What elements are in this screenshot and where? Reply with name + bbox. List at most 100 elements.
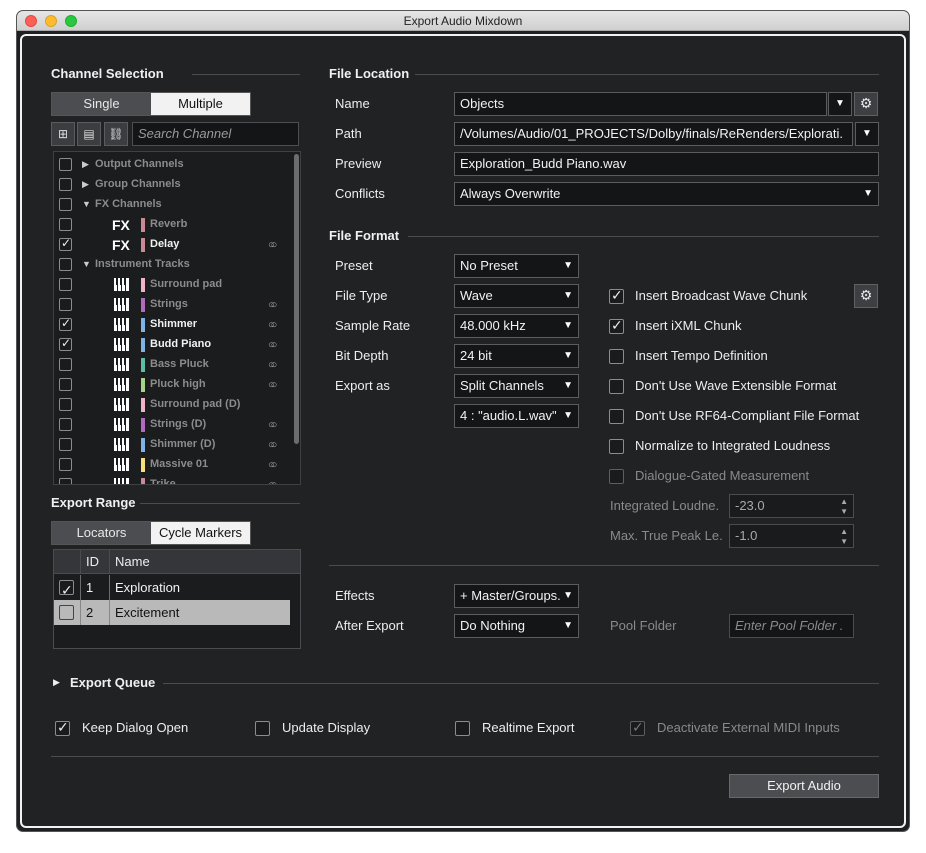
after-export-dropdown[interactable]: Do Nothing ▼ [454,614,579,638]
channel-tree-row[interactable]: ▶ Output Channels [54,155,292,175]
normalize-loudness-label[interactable]: Normalize to Integrated Loudness [635,438,830,453]
channel-checkbox[interactable] [59,198,72,211]
tempo-definition-checkbox[interactable] [609,349,624,364]
channel-link-icon[interactable]: ○○ [268,379,278,391]
file-type-dropdown[interactable]: Wave ▼ [454,284,579,308]
channel-link-icon[interactable]: ○○ [268,319,278,331]
realtime-export-checkbox[interactable] [455,721,470,736]
multiple-mode-button[interactable]: Multiple [151,93,250,115]
channel-checkbox[interactable] [59,158,72,171]
path-dropdown[interactable]: ▼ [855,122,879,146]
channel-tree-row[interactable]: Pluck high ○○ [54,375,292,395]
channel-link-icon[interactable]: ○○ [268,479,278,484]
channel-link-icon[interactable]: ○○ [268,359,278,371]
export-as-dropdown[interactable]: Split Channels ▼ [454,374,579,398]
keep-dialog-open-checkbox[interactable] [55,719,70,736]
sample-rate-dropdown[interactable]: 48.000 kHz ▼ [454,314,579,338]
channel-tree-row[interactable]: Strings (D) ○○ [54,415,292,435]
channel-tree-row[interactable]: Bass Pluck ○○ [54,355,292,375]
broadcast-wave-label[interactable]: Insert Broadcast Wave Chunk [635,288,807,303]
channel-link-icon[interactable]: ○○ [268,339,278,351]
channel-link-icon[interactable]: ○○ [268,299,278,311]
channel-checkbox[interactable] [59,398,72,411]
export-queue-expand-icon[interactable]: ▶ [53,677,60,688]
channel-checkbox[interactable] [59,336,72,351]
channel-checkbox[interactable] [59,218,72,231]
tempo-definition-label[interactable]: Insert Tempo Definition [635,348,768,363]
channel-link-icon[interactable]: ○○ [268,239,278,251]
rf64-checkbox[interactable] [609,409,624,424]
name-settings-button[interactable]: ⚙ [854,92,878,116]
collapse-all-button[interactable]: ▤ [77,122,101,146]
ixml-chunk-label[interactable]: Insert iXML Chunk [635,318,741,333]
channel-checkbox[interactable] [59,418,72,431]
channel-checkbox[interactable] [59,458,72,471]
channel-checkbox[interactable] [59,298,72,311]
channel-checkbox[interactable] [59,258,72,271]
channel-tree-row[interactable]: Strings ○○ [54,295,292,315]
link-channels-button[interactable]: ⛓ [104,122,128,146]
channel-checkbox[interactable] [59,278,72,291]
folder-collapsed-icon[interactable]: ▶ [82,159,89,170]
normalize-loudness-checkbox[interactable] [609,439,624,454]
minimize-window-button[interactable] [45,15,57,27]
cycle-markers-mode-button[interactable]: Cycle Markers [151,522,250,544]
rf64-label[interactable]: Don't Use RF64-Compliant File Format [635,408,859,423]
channel-checkbox[interactable] [59,178,72,191]
keep-dialog-open-label[interactable]: Keep Dialog Open [82,720,188,735]
channel-checkbox[interactable] [59,378,72,391]
path-input[interactable]: /Volumes/Audio/01_PROJECTS/Dolby/finals/… [454,122,853,146]
channel-checkbox[interactable] [59,438,72,451]
folder-collapsed-icon[interactable]: ▶ [82,179,89,190]
channel-tree-row[interactable]: Trike ○○ [54,475,292,484]
id-column-header[interactable]: ID [81,550,110,574]
update-display-checkbox[interactable] [255,721,270,736]
locators-mode-button[interactable]: Locators [52,522,151,544]
channel-tree-scrollbar[interactable] [294,154,299,444]
channel-checkbox[interactable] [59,316,72,331]
expand-all-button[interactable]: ⊞ [51,122,75,146]
name-presets-dropdown[interactable]: ▼ [828,92,852,116]
bit-depth-dropdown[interactable]: 24 bit ▼ [454,344,579,368]
channel-tree-row[interactable]: ▼ Instrument Tracks [54,255,292,275]
broadcast-wave-settings-button[interactable]: ⚙ [854,284,878,308]
channel-tree-row[interactable]: Shimmer (D) ○○ [54,435,292,455]
channel-tree-row[interactable]: Shimmer ○○ [54,315,292,335]
channel-link-icon[interactable]: ○○ [268,459,278,471]
ixml-chunk-checkbox[interactable] [609,317,624,334]
update-display-label[interactable]: Update Display [282,720,370,735]
channel-tree-row[interactable]: ▼ FX Channels [54,195,292,215]
table-row[interactable]: 1 Exploration [54,575,290,603]
channel-checkbox[interactable] [59,478,72,484]
channel-link-icon[interactable]: ○○ [268,419,278,431]
row-1-checkbox[interactable] [59,578,74,603]
channel-tree-row[interactable]: Surround pad (D) [54,395,292,415]
single-mode-button[interactable]: Single [52,93,151,115]
channel-tree-row[interactable]: Massive 01 ○○ [54,455,292,475]
folder-expanded-icon[interactable]: ▼ [82,199,91,209]
conflicts-dropdown[interactable]: Always Overwrite ▼ [454,182,879,206]
close-window-button[interactable] [25,15,37,27]
row-2-checkbox[interactable] [59,605,74,620]
maximize-window-button[interactable] [65,15,77,27]
folder-expanded-icon[interactable]: ▼ [82,259,91,269]
table-row[interactable]: 2 Excitement [54,600,290,625]
channel-naming-dropdown[interactable]: 4 : "audio.L.wav" ▼ [454,404,579,428]
effects-dropdown[interactable]: + Master/Groups. ▼ [454,584,579,608]
channel-tree-row[interactable]: Surround pad [54,275,292,295]
wave-extensible-label[interactable]: Don't Use Wave Extensible Format [635,378,836,393]
name-column-header[interactable]: Name [110,550,300,574]
realtime-export-label[interactable]: Realtime Export [482,720,574,735]
channel-link-icon[interactable]: ○○ [268,439,278,451]
export-queue-title[interactable]: Export Queue [70,675,155,690]
name-input[interactable]: Objects [454,92,827,116]
search-channel-input[interactable]: Search Channel [132,122,299,146]
export-audio-button[interactable]: Export Audio [729,774,879,798]
channel-tree-row[interactable]: FX Reverb [54,215,292,235]
wave-extensible-checkbox[interactable] [609,379,624,394]
channel-tree-row[interactable]: FX Delay ○○ [54,235,292,255]
channel-checkbox[interactable] [59,236,72,251]
preset-dropdown[interactable]: No Preset ▼ [454,254,579,278]
broadcast-wave-checkbox[interactable] [609,287,624,304]
channel-tree-row[interactable]: Budd Piano ○○ [54,335,292,355]
